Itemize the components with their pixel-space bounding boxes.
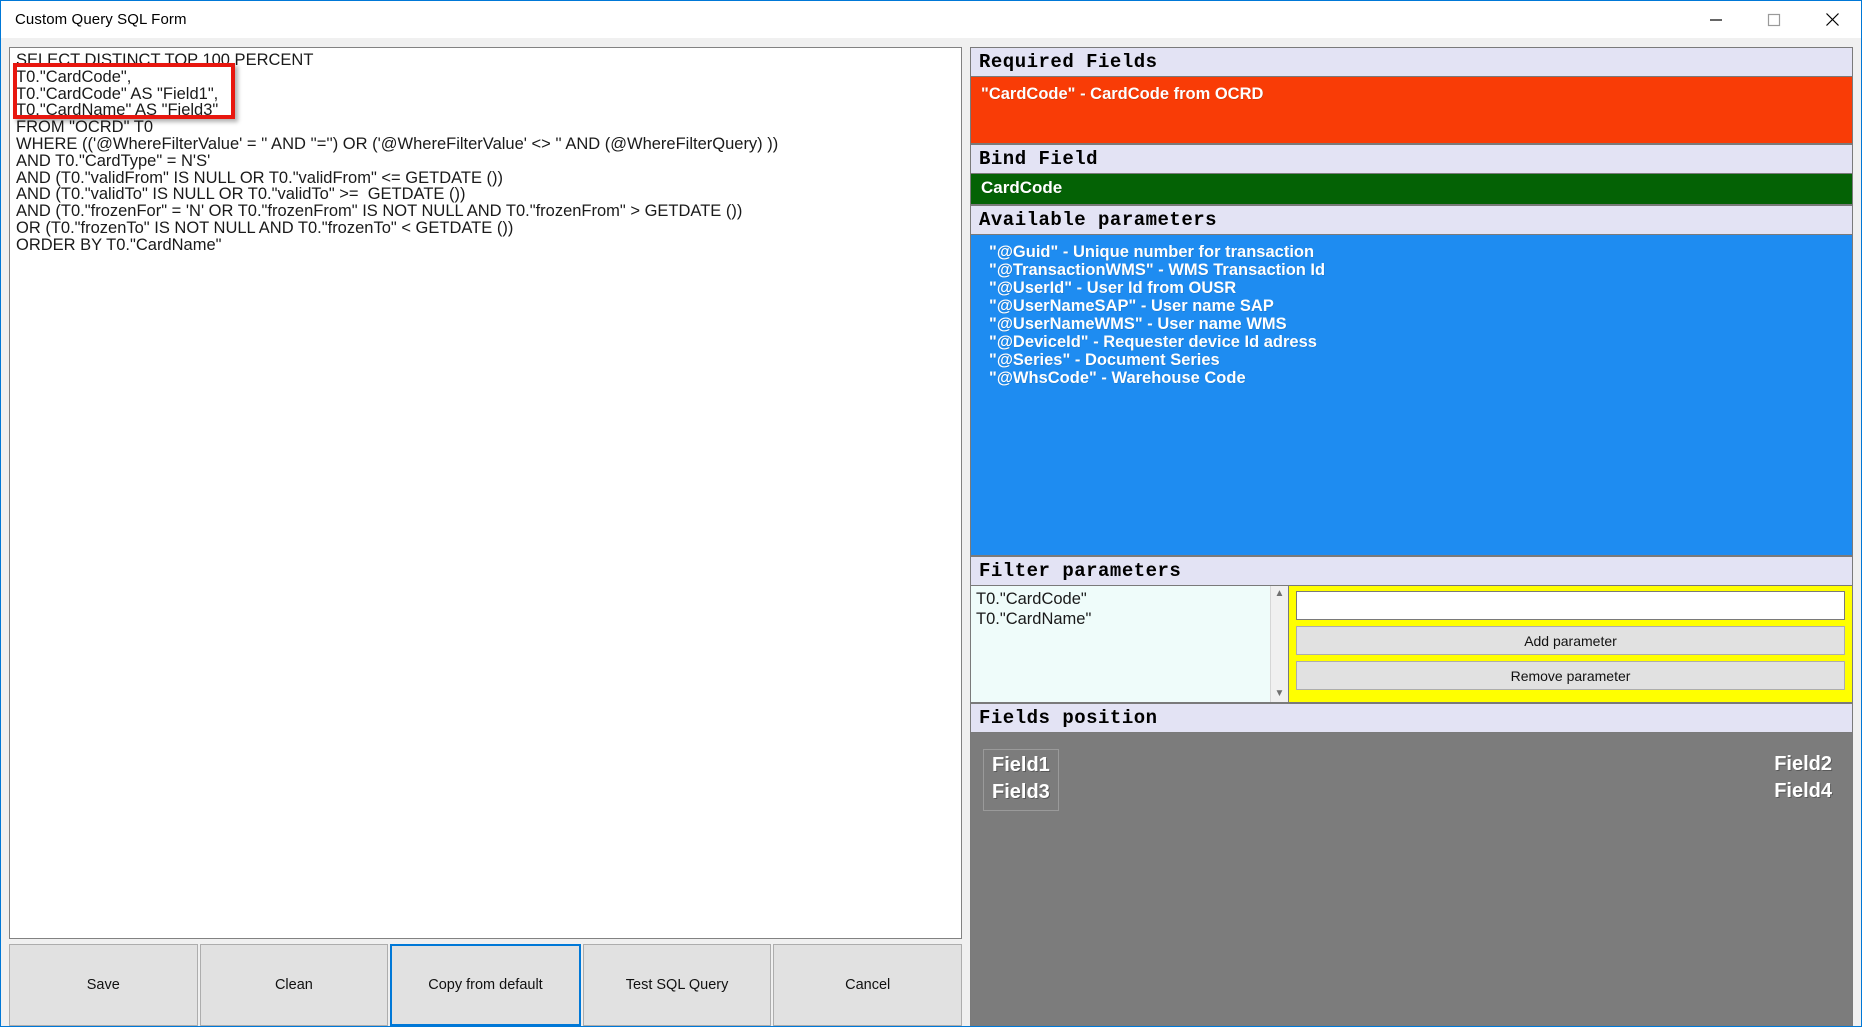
close-button[interactable] <box>1803 1 1861 38</box>
fields-position-panel[interactable]: Field1 Field3 Field2 Field4 <box>970 732 1853 1026</box>
sql-line: ORDER BY T0."CardName" <box>16 235 222 254</box>
clean-button[interactable]: Clean <box>199 944 389 1026</box>
close-icon <box>1825 12 1840 27</box>
sql-line: T0."CardCode", <box>16 67 132 86</box>
copy-from-default-button[interactable]: Copy from default <box>390 944 581 1026</box>
filter-parameter-input[interactable] <box>1296 591 1845 620</box>
available-parameters-panel[interactable]: "@Guid" - Unique number for transaction … <box>970 234 1853 556</box>
filter-parameters-header: Filter parameters <box>970 556 1853 585</box>
left-column: SELECT DISTINCT TOP 100 PERCENT T0."Card… <box>9 47 962 1026</box>
cancel-button[interactable]: Cancel <box>773 944 962 1026</box>
fields-position-left-group[interactable]: Field1 Field3 <box>983 749 1059 811</box>
list-item[interactable]: T0."CardCode" <box>976 589 1288 609</box>
parameter-item: "@TransactionWMS" - WMS Transaction Id <box>989 261 1326 279</box>
bottom-button-row: Save Clean Copy from default Test SQL Qu… <box>9 944 962 1026</box>
bind-field-value: CardCode <box>981 178 1063 197</box>
required-field-item: "CardCode" - CardCode from OCRD <box>981 85 1264 103</box>
required-fields-header: Required Fields <box>970 47 1853 76</box>
sql-line: FROM "OCRD" T0 <box>16 118 153 137</box>
parameter-item: "@Guid" - Unique number for transaction <box>989 243 1315 261</box>
parameter-item: "@UserNameWMS" - User name WMS <box>989 315 1287 333</box>
field-position-label: Field4 <box>1774 780 1832 802</box>
required-fields-panel[interactable]: "CardCode" - CardCode from OCRD <box>970 76 1853 144</box>
fields-position-right-group[interactable]: Field2 Field4 <box>1766 749 1840 809</box>
chevron-up-icon[interactable]: ▲ <box>1275 586 1285 602</box>
right-column: Required Fields "CardCode" - CardCode fr… <box>970 47 1853 1026</box>
maximize-button[interactable] <box>1745 1 1803 38</box>
bind-field-panel[interactable]: CardCode <box>970 173 1853 205</box>
sql-line: AND (T0."validFrom" IS NULL OR T0."valid… <box>16 168 504 187</box>
fields-position-header: Fields position <box>970 703 1853 732</box>
filter-list-scrollbar[interactable]: ▲ ▼ <box>1270 586 1288 702</box>
save-button[interactable]: Save <box>9 944 198 1026</box>
filter-parameters-listbox[interactable]: T0."CardCode" T0."CardName" ▲ ▼ <box>971 586 1289 702</box>
sql-line: T0."CardCode" AS "Field1", <box>16 84 219 103</box>
remove-parameter-button[interactable]: Remove parameter <box>1296 661 1845 690</box>
sql-line: AND (T0."validTo" IS NULL OR T0."validTo… <box>16 185 466 204</box>
sql-line: OR (T0."frozenTo" IS NOT NULL AND T0."fr… <box>16 218 514 237</box>
parameter-item: "@DeviceId" - Requester device Id adress <box>989 333 1317 351</box>
sql-line: T0."CardName" AS "Field3" <box>16 101 219 120</box>
add-parameter-button[interactable]: Add parameter <box>1296 626 1845 655</box>
filter-parameters-panel: T0."CardCode" T0."CardName" ▲ ▼ Add para… <box>970 585 1853 703</box>
sql-query-textarea[interactable]: SELECT DISTINCT TOP 100 PERCENT T0."Card… <box>9 47 962 939</box>
parameter-item: "@UserId" - User Id from OUSR <box>989 279 1237 297</box>
field-position-label: Field1 <box>992 754 1050 776</box>
chevron-down-icon[interactable]: ▼ <box>1275 686 1285 702</box>
field-position-label: Field2 <box>1774 753 1832 775</box>
form-body: SELECT DISTINCT TOP 100 PERCENT T0."Card… <box>1 38 1861 1026</box>
minimize-button[interactable] <box>1687 1 1745 38</box>
filter-parameter-controls: Add parameter Remove parameter <box>1289 586 1852 702</box>
parameter-item: "@UserNameSAP" - User name SAP <box>989 297 1274 315</box>
list-item[interactable]: T0."CardName" <box>976 609 1288 629</box>
parameter-item: "@Series" - Document Series <box>989 351 1220 369</box>
field-position-label: Field3 <box>992 781 1050 803</box>
title-bar: Custom Query SQL Form <box>1 1 1861 38</box>
minimize-icon <box>1709 13 1723 27</box>
test-sql-query-button[interactable]: Test SQL Query <box>582 944 772 1026</box>
parameter-item: "@WhsCode" - Warehouse Code <box>989 369 1246 387</box>
maximize-icon <box>1767 13 1781 27</box>
available-parameters-header: Available parameters <box>970 205 1853 234</box>
sql-line: WHERE (('@WhereFilterValue' = '' AND ''=… <box>16 134 779 153</box>
sql-line: SELECT DISTINCT TOP 100 PERCENT <box>16 51 314 69</box>
sql-line: AND T0."CardType" = N'S' <box>16 151 211 170</box>
sql-line: AND (T0."frozenFor" = 'N' OR T0."frozenF… <box>16 202 743 221</box>
bind-field-header: Bind Field <box>970 144 1853 173</box>
app-window: Custom Query SQL Form SELECT DISTINCT TO… <box>0 0 1862 1027</box>
window-title: Custom Query SQL Form <box>15 11 187 28</box>
